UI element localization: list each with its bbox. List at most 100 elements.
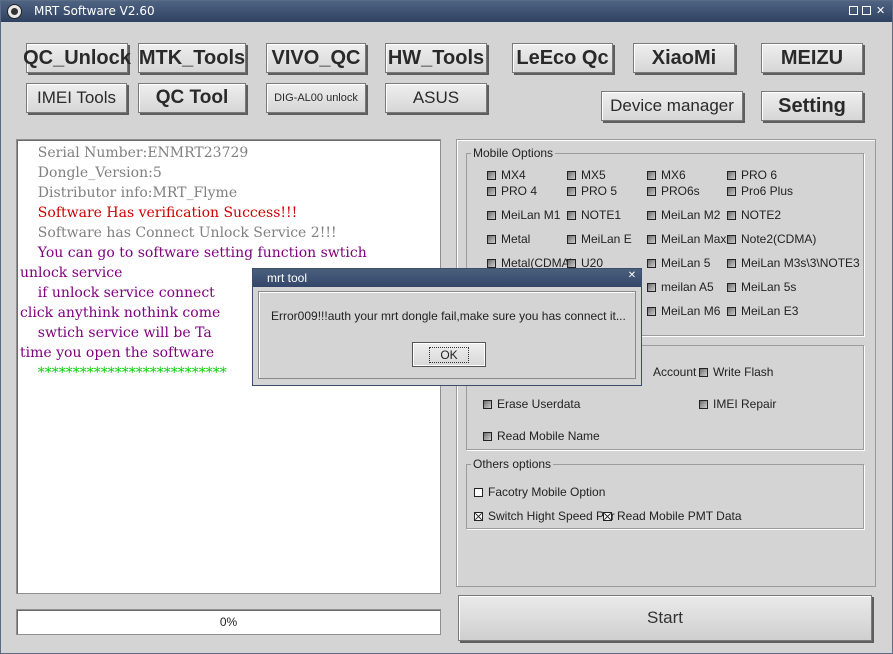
hw-tools-button[interactable]: HW_Tools — [385, 43, 487, 73]
mobile-option-check[interactable] — [487, 210, 496, 220]
maximize-icon[interactable] — [862, 6, 871, 15]
mobile-option-checkbox[interactable]: NOTE2 — [727, 208, 781, 222]
account-option[interactable]: Account — [653, 365, 696, 379]
read-mobile-name-label: Read Mobile Name — [497, 429, 600, 443]
mobile-option-check[interactable] — [487, 170, 496, 180]
mobile-option-check[interactable] — [727, 258, 736, 268]
minimize-icon[interactable] — [849, 6, 858, 15]
mobile-option-check[interactable] — [647, 258, 656, 268]
mobile-option-checkbox[interactable]: PRO 4 — [487, 184, 537, 198]
device-manager-button[interactable]: Device manager — [601, 91, 743, 121]
start-button[interactable]: Start — [458, 595, 872, 641]
title-bar: MRT Software V2.60 ✕ — [1, 1, 892, 22]
mobile-option-check[interactable] — [727, 210, 736, 220]
mobile-option-check[interactable] — [487, 234, 496, 244]
factory-mobile-option-checkbox[interactable]: Facotry Mobile Option — [474, 485, 605, 499]
mobile-option-checkbox[interactable]: Metal — [487, 232, 530, 246]
imei-repair-check[interactable] — [699, 399, 708, 409]
mobile-option-check[interactable] — [567, 234, 576, 244]
mobile-option-checkbox[interactable]: PRO6s — [647, 184, 700, 198]
mobile-option-check[interactable] — [727, 170, 736, 180]
mtk-tools-button[interactable]: MTK_Tools — [138, 43, 246, 73]
mobile-option-checkbox[interactable]: MeiLan M2 — [647, 208, 720, 222]
mobile-option-checkbox[interactable]: MeiLan M6 — [647, 304, 720, 318]
mobile-option-checkbox[interactable]: MeiLan Max — [647, 232, 726, 246]
mobile-option-label: Note2(CDMA) — [741, 232, 817, 246]
dialog-body: Error009!!!auth your mrt dongle fail,mak… — [258, 291, 636, 379]
window-title: MRT Software V2.60 — [34, 4, 155, 18]
mobile-option-check[interactable] — [647, 234, 656, 244]
imei-tools-button[interactable]: IMEI Tools — [26, 83, 127, 113]
mobile-option-checkbox[interactable]: PRO 5 — [567, 184, 617, 198]
write-flash-check[interactable] — [699, 367, 708, 377]
mobile-option-check[interactable] — [727, 186, 736, 196]
write-flash-label: Write Flash — [713, 365, 774, 379]
read-pmt-data-checkbox[interactable]: Read Mobile PMT Data — [603, 509, 742, 523]
others-options-title: Others options — [471, 457, 554, 471]
mobile-option-checkbox[interactable]: NOTE1 — [567, 208, 621, 222]
erase-userdata-checkbox[interactable]: Erase Userdata — [483, 397, 580, 411]
mobile-option-check[interactable] — [567, 170, 576, 180]
mobile-option-checkbox[interactable]: MX6 — [647, 168, 686, 182]
meizu-button[interactable]: MEIZU — [761, 43, 863, 73]
read-pmt-label: Read Mobile PMT Data — [617, 509, 742, 523]
mobile-option-checkbox[interactable]: MeiLan M3s\3\NOTE3 — [727, 256, 860, 270]
mobile-option-label: PRO6s — [661, 184, 700, 198]
mobile-option-checkbox[interactable]: MeiLan E — [567, 232, 632, 246]
dialog-message: Error009!!!auth your mrt dongle fail,mak… — [271, 309, 626, 323]
factory-check[interactable] — [474, 487, 483, 497]
mobile-option-checkbox[interactable]: MX4 — [487, 168, 526, 182]
mobile-option-label: MeiLan M2 — [661, 208, 721, 222]
mobile-option-checkbox[interactable]: MeiLan M1 — [487, 208, 560, 222]
mobile-option-label: MeiLan M1 — [501, 208, 561, 222]
mobile-option-check[interactable] — [727, 282, 736, 292]
imei-repair-checkbox[interactable]: IMEI Repair — [699, 397, 776, 411]
ok-button[interactable]: OK — [412, 342, 486, 367]
read-mobile-name-checkbox[interactable]: Read Mobile Name — [483, 429, 600, 443]
mobile-option-check[interactable] — [567, 210, 576, 220]
write-flash-checkbox[interactable]: Write Flash — [699, 365, 773, 379]
mobile-option-check[interactable] — [727, 306, 736, 316]
mobile-option-check[interactable] — [647, 170, 656, 180]
dialog-close-icon[interactable]: ✕ — [627, 271, 637, 281]
mobile-option-checkbox[interactable]: PRO 6 — [727, 168, 777, 182]
switch-speed-check[interactable] — [474, 511, 483, 521]
mobile-option-check[interactable] — [647, 282, 656, 292]
mobile-option-checkbox[interactable]: Note2(CDMA) — [727, 232, 816, 246]
mobile-option-label: MeiLan E — [581, 232, 632, 246]
mobile-option-checkbox[interactable]: meilan A5 — [647, 280, 714, 294]
dig-al00-unlock-button[interactable]: DIG-AL00 unlock — [266, 83, 366, 113]
close-icon[interactable]: ✕ — [876, 5, 885, 16]
log-line: Software Has verification Success!!! — [20, 205, 298, 221]
erase-userdata-check[interactable] — [483, 399, 492, 409]
mobile-option-checkbox[interactable]: MX5 — [567, 168, 606, 182]
mobile-option-check[interactable] — [647, 306, 656, 316]
app-icon — [7, 4, 22, 19]
read-pmt-check[interactable] — [603, 511, 612, 521]
mobile-option-checkbox[interactable]: Pro6 Plus — [727, 184, 793, 198]
mobile-option-check[interactable] — [487, 186, 496, 196]
mobile-option-check[interactable] — [647, 210, 656, 220]
mobile-option-check[interactable] — [727, 234, 736, 244]
progress-label: 0% — [219, 615, 238, 629]
mobile-option-checkbox[interactable]: MeiLan 5 — [647, 256, 710, 270]
qc-unlock-button[interactable]: QC_Unlock — [23, 43, 131, 73]
setting-button[interactable]: Setting — [761, 91, 863, 121]
xiaomi-button[interactable]: XiaoMi — [633, 43, 735, 73]
progress-bar: 0% — [16, 609, 441, 635]
mobile-option-label: Pro6 Plus — [741, 184, 794, 198]
mobile-option-check[interactable] — [567, 186, 576, 196]
mobile-option-label: MeiLan M3s\3\NOTE3 — [741, 256, 860, 270]
ok-label: OK — [429, 346, 469, 363]
vivo-qc-button[interactable]: VIVO_QC — [266, 43, 366, 73]
mobile-option-check[interactable] — [487, 258, 496, 268]
switch-high-speed-checkbox[interactable]: Switch Hight Speed Por — [474, 509, 615, 523]
asus-button[interactable]: ASUS — [385, 83, 487, 113]
mobile-option-check[interactable] — [647, 186, 656, 196]
leeco-qc-button[interactable]: LeEco Qc — [512, 43, 613, 73]
read-mobile-name-check[interactable] — [483, 431, 492, 441]
mobile-option-checkbox[interactable]: MeiLan 5s — [727, 280, 796, 294]
mobile-option-check[interactable] — [567, 258, 576, 268]
qc-tool-button[interactable]: QC Tool — [138, 83, 246, 113]
mobile-option-checkbox[interactable]: MeiLan E3 — [727, 304, 798, 318]
